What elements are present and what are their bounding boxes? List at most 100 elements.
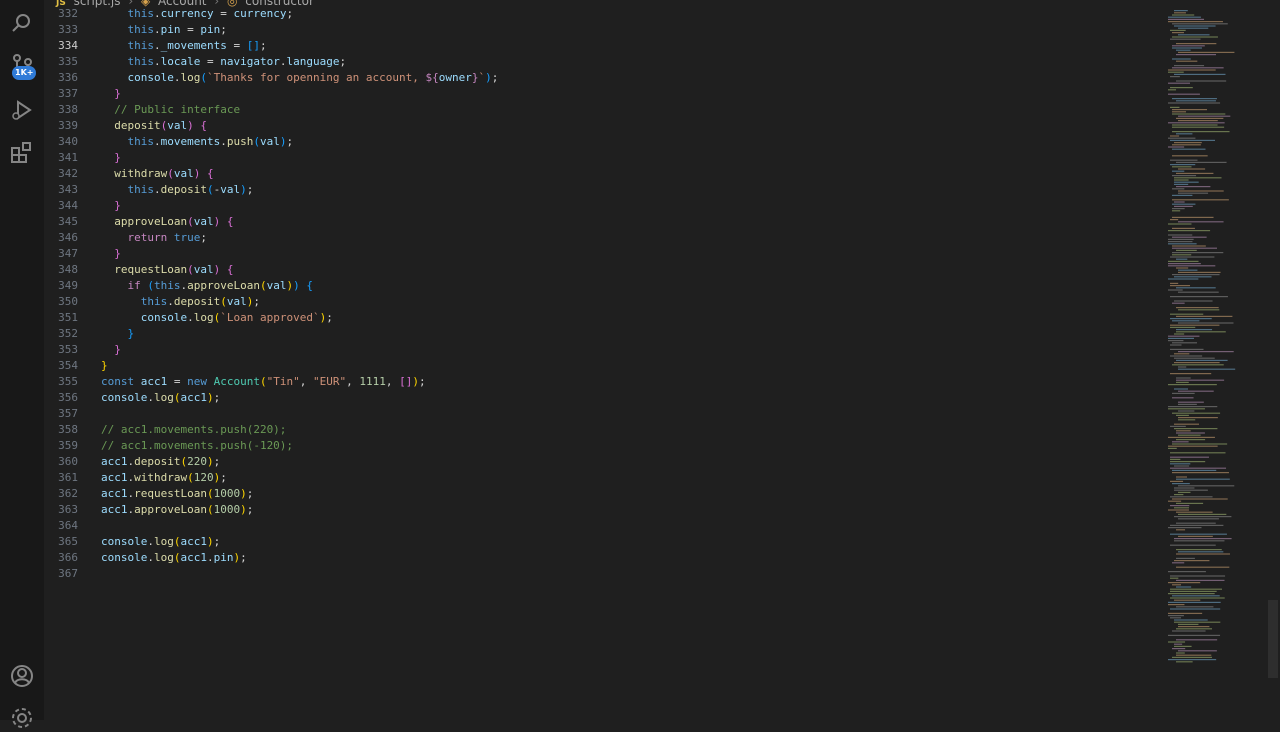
- code-line[interactable]: 333 this.pin = pin;: [44, 22, 1164, 38]
- code-text[interactable]: if (this.approveLoan(val)) {: [101, 278, 313, 294]
- code-token: }: [114, 87, 121, 100]
- code-text[interactable]: }: [101, 198, 121, 214]
- code-line[interactable]: 332 this.currency = currency;: [44, 6, 1164, 22]
- code-line[interactable]: 361 acc1.withdraw(120);: [44, 470, 1164, 486]
- code-editor[interactable]: 332 this.currency = currency; 333 this.pi…: [44, 6, 1164, 582]
- minimap[interactable]: [1164, 0, 1264, 720]
- minimap-line: [1172, 216, 1214, 218]
- code-token: }: [127, 327, 135, 340]
- minimap-line: [1170, 577, 1179, 579]
- code-line[interactable]: 363 acc1.approveLoan(1000);: [44, 502, 1164, 518]
- code-text[interactable]: console.log(acc1);: [101, 534, 220, 550]
- code-line[interactable]: 336 console.log(`Thanks for openning an …: [44, 70, 1164, 86]
- code-line[interactable]: 351 console.log(`Loan approved`);: [44, 310, 1164, 326]
- line-number: 358: [58, 423, 78, 436]
- code-text[interactable]: // acc1.movements.push(220);: [101, 422, 286, 438]
- code-line[interactable]: 343 this.deposit(-val);: [44, 182, 1164, 198]
- code-text[interactable]: console.log(acc1.pin);: [101, 550, 247, 566]
- code-text[interactable]: this.deposit(-val);: [101, 182, 254, 198]
- minimap-line: [1174, 276, 1212, 278]
- account-icon[interactable]: [8, 662, 36, 690]
- code-token: }: [101, 359, 108, 372]
- code-text[interactable]: acc1.withdraw(120);: [101, 470, 227, 486]
- code-text[interactable]: withdraw(val) {: [101, 166, 213, 182]
- code-text[interactable]: // Public interface: [101, 102, 240, 118]
- code-line[interactable]: 341 }: [44, 150, 1164, 166]
- code-line[interactable]: 342 withdraw(val) {: [44, 166, 1164, 182]
- scrollbar-thumb[interactable]: [1268, 600, 1278, 678]
- minimap-line: [1174, 181, 1199, 183]
- code-token: acc1: [101, 455, 128, 468]
- code-token: this: [127, 135, 155, 148]
- code-line[interactable]: 335 this.locale = navigator.language;: [44, 54, 1164, 70]
- code-text[interactable]: deposit(val) {: [101, 118, 207, 134]
- code-line[interactable]: 366 console.log(acc1.pin);: [44, 550, 1164, 566]
- code-line[interactable]: 362 acc1.requestLoan(1000);: [44, 486, 1164, 502]
- code-text[interactable]: }: [101, 342, 121, 358]
- code-token: }: [114, 151, 121, 164]
- code-line[interactable]: 339 deposit(val) {: [44, 118, 1164, 134]
- code-line[interactable]: 355 const acc1 = new Account("Tin", "EUR"…: [44, 374, 1164, 390]
- code-text[interactable]: this._movements = [];: [101, 38, 267, 54]
- code-token: acc1: [101, 471, 128, 484]
- extensions-icon[interactable]: [8, 138, 36, 166]
- minimap-line: [1172, 203, 1196, 205]
- code-line[interactable]: 350 this.deposit(val);: [44, 294, 1164, 310]
- code-text[interactable]: this.currency = currency;: [101, 6, 294, 22]
- minimap-line: [1178, 417, 1218, 419]
- search-icon[interactable]: [8, 10, 36, 38]
- code-text[interactable]: }: [101, 150, 121, 166]
- code-line[interactable]: 354}: [44, 358, 1164, 374]
- code-line[interactable]: 364: [44, 518, 1164, 534]
- code-line[interactable]: 346 return true;: [44, 230, 1164, 246]
- code-text[interactable]: acc1.approveLoan(1000);: [101, 502, 253, 518]
- code-text[interactable]: const acc1 = new Account("Tin", "EUR", 1…: [101, 374, 426, 390]
- code-line[interactable]: 358 // acc1.movements.push(220);: [44, 422, 1164, 438]
- code-line[interactable]: 360 acc1.deposit(220);: [44, 454, 1164, 470]
- code-text[interactable]: acc1.requestLoan(1000);: [101, 486, 253, 502]
- run-debug-icon[interactable]: [8, 96, 36, 124]
- code-text[interactable]: approveLoan(val) {: [101, 214, 233, 230]
- code-text[interactable]: console.log(acc1);: [101, 390, 220, 406]
- minimap-line: [1170, 496, 1213, 498]
- code-text[interactable]: return true;: [101, 230, 208, 246]
- code-line[interactable]: 367: [44, 566, 1164, 582]
- code-text[interactable]: }: [101, 358, 108, 374]
- code-line[interactable]: 352 }: [44, 326, 1164, 342]
- code-line[interactable]: 337 }: [44, 86, 1164, 102]
- code-line[interactable]: 345 approveLoan(val) {: [44, 214, 1164, 230]
- code-text[interactable]: requestLoan(val) {: [101, 262, 233, 278]
- code-text[interactable]: console.log(`Thanks for openning an acco…: [101, 70, 499, 86]
- code-text[interactable]: this.deposit(val);: [101, 294, 260, 310]
- code-line[interactable]: 344 }: [44, 198, 1164, 214]
- code-line[interactable]: 347 }: [44, 246, 1164, 262]
- code-line[interactable]: 348 requestLoan(val) {: [44, 262, 1164, 278]
- code-line[interactable]: 365 console.log(acc1);: [44, 534, 1164, 550]
- code-token: this: [127, 55, 155, 68]
- code-text[interactable]: }: [101, 246, 121, 262]
- code-line[interactable]: 359 // acc1.movements.push(-120);: [44, 438, 1164, 454]
- code-line[interactable]: 349 if (this.approveLoan(val)) {: [44, 278, 1164, 294]
- code-token: ): [240, 183, 247, 196]
- minimap-line: [1170, 505, 1190, 507]
- code-line[interactable]: 356 console.log(acc1);: [44, 390, 1164, 406]
- code-text[interactable]: }: [101, 86, 121, 102]
- code-line[interactable]: 340 this.movements.push(val);: [44, 134, 1164, 150]
- code-text[interactable]: // acc1.movements.push(-120);: [101, 438, 293, 454]
- code-line[interactable]: 338 // Public interface: [44, 102, 1164, 118]
- code-line[interactable]: 334 this._movements = [];: [44, 38, 1164, 54]
- code-text[interactable]: this.locale = navigator.language;: [101, 54, 347, 70]
- code-text[interactable]: console.log(`Loan approved`);: [101, 310, 333, 326]
- code-token: ): [240, 503, 247, 516]
- code-text[interactable]: }: [101, 326, 135, 342]
- settings-gear-icon[interactable]: [8, 704, 36, 732]
- code-token: // acc1.movements.push(220);: [101, 423, 287, 436]
- code-text[interactable]: acc1.deposit(220);: [101, 454, 220, 470]
- code-line[interactable]: 357: [44, 406, 1164, 422]
- code-line[interactable]: 353 }: [44, 342, 1164, 358]
- code-text[interactable]: this.pin = pin;: [101, 22, 227, 38]
- line-number: 365: [58, 535, 78, 548]
- code-text[interactable]: this.movements.push(val);: [101, 134, 294, 150]
